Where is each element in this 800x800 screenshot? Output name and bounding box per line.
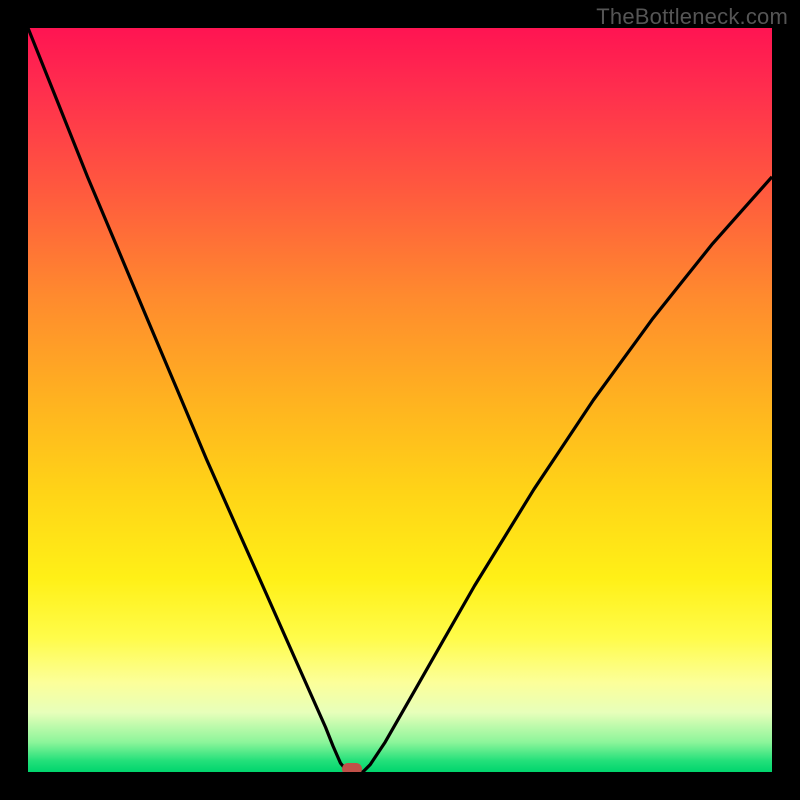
curve-svg [28, 28, 772, 772]
bottleneck-curve-path [28, 28, 772, 772]
optimal-marker [342, 763, 362, 772]
watermark-text: TheBottleneck.com [596, 4, 788, 30]
plot-area [28, 28, 772, 772]
chart-frame: TheBottleneck.com [0, 0, 800, 800]
